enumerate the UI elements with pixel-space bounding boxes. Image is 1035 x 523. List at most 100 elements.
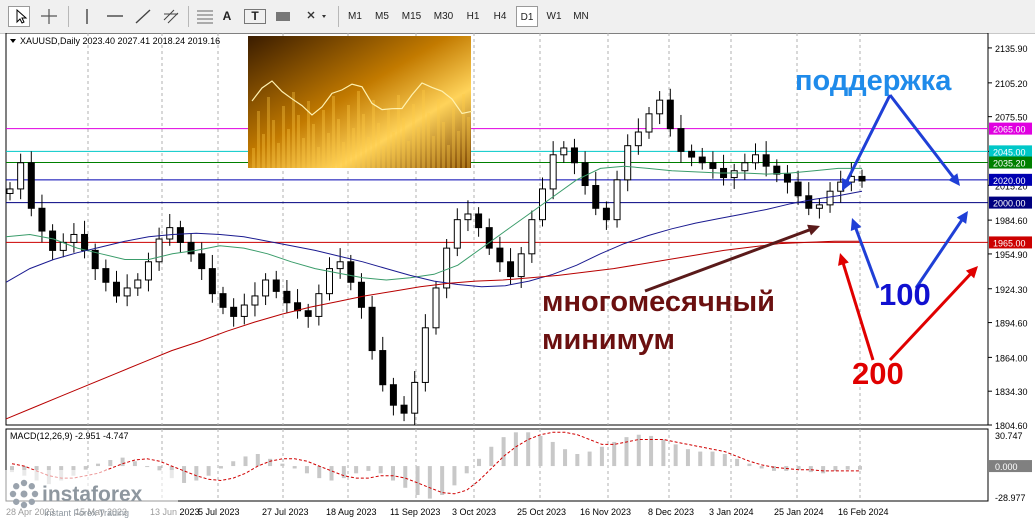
macd-histogram-bar [845, 466, 850, 470]
candle-body [645, 113, 653, 133]
macd-histogram-bar [833, 466, 838, 471]
candle-body [528, 219, 536, 255]
watermark-tagline: Instant Forex Trading [44, 508, 129, 518]
crosshair-icon[interactable] [38, 6, 60, 27]
vertical-line-icon[interactable] [76, 6, 98, 27]
y-tick-label: 1984.60 [995, 216, 1028, 226]
macd-histogram-bar [808, 466, 813, 473]
text-icon[interactable]: A [216, 6, 238, 27]
indicator-tick-label: 0.000 [995, 462, 1018, 472]
macd-histogram-bar [427, 466, 432, 499]
watermark-brand: instaforex [42, 483, 143, 506]
candle-body [272, 279, 280, 292]
timeframe-m1[interactable]: M1 [344, 6, 366, 27]
y-tick-label: 2135.90 [995, 44, 1028, 54]
macd-histogram-bar [83, 466, 88, 470]
symbol-title: XAUUSD,Daily 2023.40 2027.41 2018.24 201… [20, 36, 220, 46]
timeframe-m5[interactable]: M5 [371, 6, 393, 27]
macd-histogram-bar [292, 466, 297, 469]
candle-body [666, 99, 674, 130]
indicator-tick-label: 30.747 [995, 431, 1023, 441]
timeframe-h1[interactable]: H1 [462, 6, 484, 27]
fibonacci-icon[interactable] [194, 6, 216, 27]
macd-histogram-bar [366, 466, 371, 471]
horizontal-line-icon[interactable] [104, 6, 126, 27]
timeframe-m15[interactable]: M15 [398, 6, 425, 27]
candle-body [507, 261, 515, 278]
arrow-icon[interactable] [302, 6, 332, 27]
macd-histogram-bar [403, 466, 408, 488]
macd-histogram-bar [329, 466, 334, 481]
macd-histogram-bar [477, 458, 482, 467]
timeframe-d1[interactable]: D1 [516, 6, 538, 27]
macd-histogram-bar [661, 439, 666, 467]
shape-icon[interactable] [272, 6, 294, 27]
timeframe-w1[interactable]: W1 [543, 6, 565, 27]
candle-body [805, 195, 813, 209]
macd-histogram-bar [587, 451, 592, 467]
price-level-label: 2065.00 [993, 125, 1026, 135]
y-tick-label: 2105.20 [995, 79, 1028, 89]
x-tick-label: 25 Oct 2023 [517, 507, 566, 517]
x-tick-label: 8 Dec 2023 [648, 507, 694, 517]
candle-body [858, 175, 866, 182]
macd-histogram-bar [513, 432, 518, 467]
macd-histogram-bar [317, 466, 322, 479]
timeframe-h4[interactable]: H4 [489, 6, 511, 27]
candle-body [677, 128, 685, 152]
candle-body [624, 145, 632, 181]
macd-histogram-bar [304, 466, 309, 474]
gold-chart-image [248, 36, 473, 168]
x-tick-label: 18 Aug 2023 [326, 507, 377, 517]
label-icon[interactable]: T [244, 9, 266, 24]
candle-body [38, 207, 46, 232]
macd-histogram-bar [685, 449, 690, 467]
y-tick-label: 1834.30 [995, 387, 1028, 397]
candle-body [6, 188, 14, 194]
price-level-label: 2045.00 [993, 147, 1026, 157]
macd-histogram-bar [108, 460, 113, 467]
candle-body [634, 131, 642, 147]
x-tick-label: 16 Nov 2023 [580, 507, 631, 517]
candle-body [443, 247, 451, 289]
y-tick-label: 1804.60 [995, 421, 1028, 431]
price-chart[interactable]: 2135.902105.202075.502045.002015.201984.… [0, 33, 1035, 523]
candle-body [70, 233, 78, 243]
macd-histogram-bar [722, 454, 727, 467]
price-level-label: 2000.00 [993, 199, 1026, 209]
macd-histogram-bar [735, 458, 740, 467]
macd-histogram-bar [255, 454, 260, 467]
macd-histogram-bar [575, 454, 580, 467]
x-tick-label: 3 Jan 2024 [709, 507, 754, 517]
candle-body [613, 179, 621, 221]
x-tick-label: 25 Jan 2024 [774, 507, 824, 517]
candle-body [475, 213, 483, 229]
y-tick-label: 2075.50 [995, 113, 1028, 123]
candle-body [709, 162, 717, 169]
candle-body [81, 233, 89, 251]
candle-body [144, 261, 152, 281]
candle-body [421, 327, 429, 383]
candle-body [219, 293, 227, 308]
candle-body [251, 295, 259, 306]
candle-body [123, 287, 131, 297]
candle-body [602, 207, 610, 221]
candle-body [27, 162, 35, 209]
macd-histogram-bar [120, 457, 125, 467]
timeframe-mn[interactable]: MN [570, 6, 592, 27]
macd-histogram-bar [243, 456, 248, 467]
candle-body [698, 156, 706, 164]
candle-body [773, 165, 781, 175]
macd-histogram-bar [390, 466, 395, 481]
trendline-icon[interactable] [132, 6, 154, 27]
macd-histogram-bar [378, 466, 383, 474]
timeframe-m30[interactable]: M30 [430, 6, 457, 27]
channel-icon[interactable] [160, 6, 182, 27]
y-tick-label: 1894.60 [995, 319, 1028, 329]
macd-histogram-bar [218, 466, 223, 469]
y-tick-label: 1954.90 [995, 250, 1028, 260]
candle-body [379, 350, 387, 386]
cursor-icon[interactable] [8, 6, 30, 27]
candle-body [730, 170, 738, 179]
annotation-text: многомесячный [542, 286, 775, 318]
